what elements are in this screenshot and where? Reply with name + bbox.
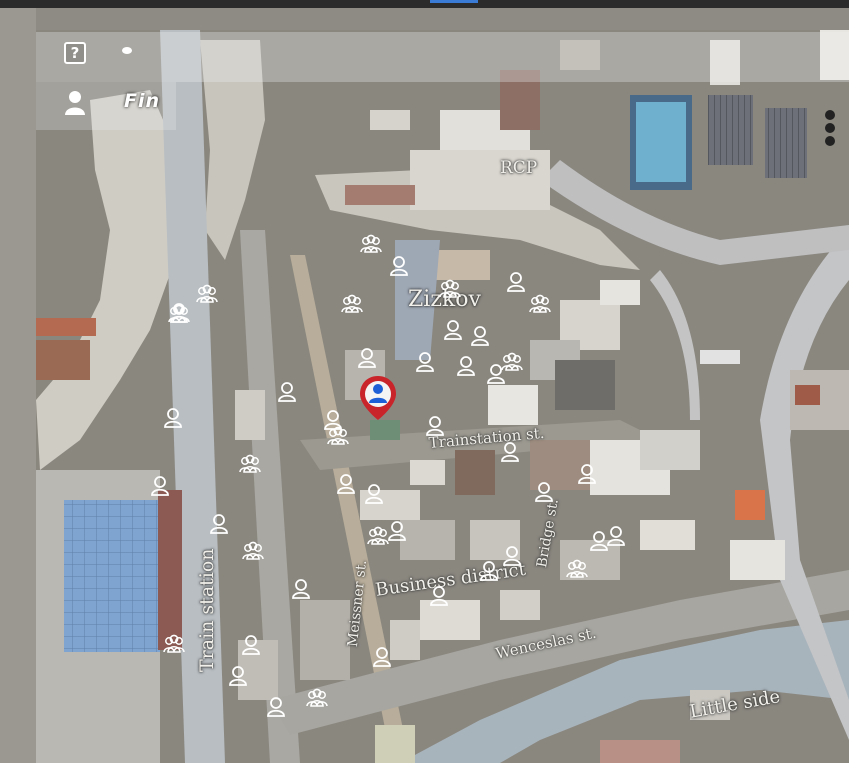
group-icon[interactable]	[341, 293, 363, 315]
person-icon[interactable]	[162, 407, 184, 429]
person-icon[interactable]	[424, 415, 446, 437]
user-icon	[64, 90, 86, 116]
person-icon[interactable]	[501, 545, 523, 567]
person-icon[interactable]	[149, 475, 171, 497]
hud-panel: ? Fin	[36, 32, 849, 132]
group-icon[interactable]	[360, 233, 382, 255]
group-icon[interactable]	[306, 687, 328, 709]
person-icon[interactable]	[363, 483, 385, 505]
group-icon[interactable]	[239, 453, 261, 475]
group-icon[interactable]	[168, 303, 190, 325]
group-icon[interactable]	[327, 425, 349, 447]
person-icon[interactable]	[227, 665, 249, 687]
person-icon[interactable]	[576, 463, 598, 485]
person-icon[interactable]	[356, 347, 378, 369]
group-icon[interactable]	[242, 540, 264, 562]
player-location-icon[interactable]	[358, 374, 398, 422]
player-name: Fin	[124, 90, 161, 112]
person-icon[interactable]	[505, 271, 527, 293]
hud-band	[36, 32, 849, 82]
top-bar-accent	[430, 0, 478, 3]
map-view[interactable]: RCP Zizkov Trainstation st. Train statio…	[0, 0, 849, 763]
top-bar	[0, 0, 849, 8]
person-icon[interactable]	[265, 696, 287, 718]
label-rcp: RCP	[500, 158, 538, 178]
person-icon[interactable]	[276, 381, 298, 403]
person-icon[interactable]	[442, 319, 464, 341]
person-icon[interactable]	[371, 646, 393, 668]
group-icon[interactable]	[566, 558, 588, 580]
group-icon[interactable]	[439, 278, 461, 300]
person-icon[interactable]	[386, 520, 408, 542]
person-icon[interactable]	[240, 634, 262, 656]
person-icon[interactable]	[478, 560, 500, 582]
help-button[interactable]: ?	[64, 42, 86, 64]
person-icon[interactable]	[335, 473, 357, 495]
person-icon[interactable]	[290, 578, 312, 600]
person-icon[interactable]	[388, 255, 410, 277]
group-icon[interactable]	[501, 351, 523, 373]
group-icon[interactable]	[196, 283, 218, 305]
person-icon[interactable]	[208, 513, 230, 535]
person-icon[interactable]	[533, 481, 555, 503]
person-icon[interactable]	[605, 525, 627, 547]
person-icon[interactable]	[414, 351, 436, 373]
group-icon[interactable]	[163, 633, 185, 655]
person-icon[interactable]	[469, 325, 491, 347]
marker-toggle-button[interactable]	[122, 47, 132, 54]
label-train-station: Train station	[196, 548, 218, 672]
person-icon[interactable]	[428, 585, 450, 607]
person-icon[interactable]	[455, 355, 477, 377]
group-icon[interactable]	[529, 293, 551, 315]
person-icon[interactable]	[499, 441, 521, 463]
group-icon[interactable]	[367, 525, 389, 547]
